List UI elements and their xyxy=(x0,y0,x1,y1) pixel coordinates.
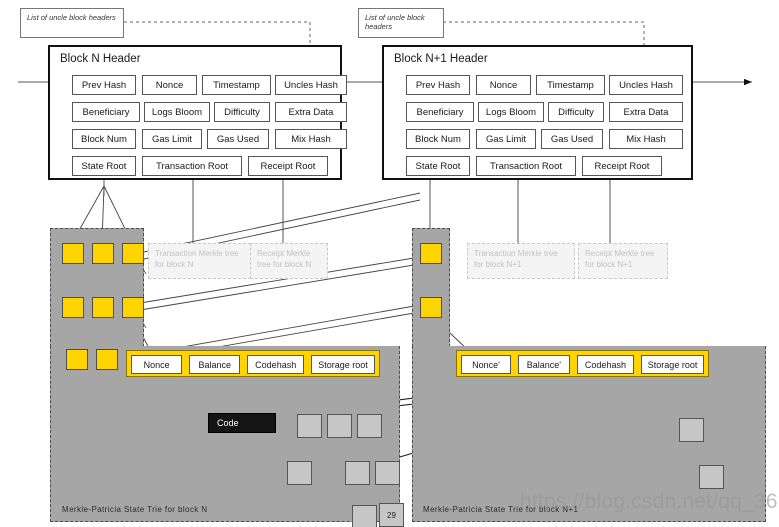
code-box[interactable]: Code xyxy=(208,413,276,433)
diagram-canvas: List of uncle block headers List of uncl… xyxy=(0,0,779,527)
field-block-num[interactable]: Block Num xyxy=(72,129,136,149)
root-drop-lines-n1 xyxy=(429,180,611,243)
placeholder-text: Receipt Merkle tree for block N xyxy=(257,249,312,269)
field-beneficiary[interactable]: Beneficiary xyxy=(72,102,140,122)
account-field-codehash[interactable]: Codehash xyxy=(247,355,305,374)
field-uncles-hash[interactable]: Uncles Hash xyxy=(609,75,683,95)
storage-value-label: 29 xyxy=(387,510,396,520)
trie-node-yellow[interactable] xyxy=(122,297,144,318)
trie-node-yellow[interactable] xyxy=(62,243,84,264)
field-nonce[interactable]: Nonce xyxy=(476,75,531,95)
placeholder-text: Transaction Merkle tree for block N+1 xyxy=(474,249,558,269)
field-state-root[interactable]: State Root xyxy=(72,156,136,176)
trie-node-yellow[interactable] xyxy=(420,297,442,318)
account-field-storage-root[interactable]: Storage root xyxy=(641,355,704,374)
field-state-root[interactable]: State Root xyxy=(406,156,470,176)
storage-trie-node[interactable] xyxy=(352,505,377,527)
account-field-storage-root[interactable]: Storage root xyxy=(311,355,375,374)
transaction-merkle-placeholder-n: Transaction Merkle tree for block N xyxy=(148,243,256,279)
trie-node-yellow[interactable] xyxy=(66,349,88,370)
storage-trie-node[interactable] xyxy=(297,414,322,438)
field-prev-hash[interactable]: Prev Hash xyxy=(406,75,470,95)
storage-trie-node[interactable] xyxy=(375,461,400,485)
code-box-label: Code xyxy=(217,418,239,428)
trie-node-yellow[interactable] xyxy=(96,349,118,370)
field-timestamp[interactable]: Timestamp xyxy=(202,75,271,95)
trie-node-yellow[interactable] xyxy=(122,243,144,264)
field-prev-hash[interactable]: Prev Hash xyxy=(72,75,136,95)
field-mix-hash[interactable]: Mix Hash xyxy=(275,129,347,149)
trie-node-yellow[interactable] xyxy=(92,297,114,318)
field-extra-data[interactable]: Extra Data xyxy=(609,102,683,122)
block-n-title: Block N Header xyxy=(60,53,141,65)
trie-node-yellow[interactable] xyxy=(62,297,84,318)
account-field-codehash[interactable]: Codehash xyxy=(576,355,635,374)
field-gas-limit[interactable]: Gas Limit xyxy=(476,129,536,149)
receipt-merkle-placeholder-n: Receipt Merkle tree for block N xyxy=(250,243,328,279)
field-transaction-root[interactable]: Transaction Root xyxy=(476,156,576,176)
field-extra-data[interactable]: Extra Data xyxy=(275,102,347,122)
placeholder-text: Transaction Merkle tree for block N xyxy=(155,249,239,269)
field-receipt-root[interactable]: Receipt Root xyxy=(248,156,328,176)
field-transaction-root[interactable]: Transaction Root xyxy=(142,156,242,176)
trie-node-yellow[interactable] xyxy=(92,243,114,264)
placeholder-text: Receipt Merkle tree for block N+1 xyxy=(585,249,655,269)
field-logs-bloom[interactable]: Logs Bloom xyxy=(144,102,210,122)
account-field-balance[interactable]: Balance xyxy=(189,355,241,374)
storage-trie-node[interactable] xyxy=(679,418,704,442)
field-difficulty[interactable]: Difficulty xyxy=(548,102,604,122)
storage-trie-value-node[interactable]: 29 xyxy=(379,503,404,527)
account-field-nonce[interactable]: Nonce xyxy=(131,355,183,374)
field-timestamp[interactable]: Timestamp xyxy=(536,75,605,95)
field-gas-limit[interactable]: Gas Limit xyxy=(142,129,202,149)
account-field-balance[interactable]: Balance' xyxy=(517,355,570,374)
block-n1-header-frame: Block N+1 Header Prev Hash Nonce Timesta… xyxy=(382,45,693,180)
account-state-n: Nonce Balance Codehash Storage root xyxy=(126,350,380,377)
storage-trie-node[interactable] xyxy=(327,414,352,438)
receipt-merkle-placeholder-n1: Receipt Merkle tree for block N+1 xyxy=(578,243,668,279)
storage-trie-node[interactable] xyxy=(357,414,382,438)
account-field-nonce[interactable]: Nonce' xyxy=(461,355,511,374)
field-beneficiary[interactable]: Beneficiary xyxy=(406,102,474,122)
field-difficulty[interactable]: Difficulty xyxy=(214,102,270,122)
storage-trie-node[interactable] xyxy=(345,461,370,485)
field-gas-used[interactable]: Gas Used xyxy=(541,129,603,149)
callout-text: List of uncle block headers xyxy=(27,13,116,22)
field-mix-hash[interactable]: Mix Hash xyxy=(609,129,683,149)
field-nonce[interactable]: Nonce xyxy=(142,75,197,95)
block-n1-title: Block N+1 Header xyxy=(394,53,488,65)
storage-trie-node[interactable] xyxy=(699,465,724,489)
callout-uncle-headers-n: List of uncle block headers xyxy=(20,8,124,38)
callout-uncle-headers-n1: List of uncle block headers xyxy=(358,8,444,38)
field-gas-used[interactable]: Gas Used xyxy=(207,129,269,149)
field-uncles-hash[interactable]: Uncles Hash xyxy=(275,75,347,95)
field-receipt-root[interactable]: Receipt Root xyxy=(582,156,662,176)
callout-text: List of uncle block headers xyxy=(365,13,425,32)
field-logs-bloom[interactable]: Logs Bloom xyxy=(478,102,544,122)
storage-trie-node[interactable] xyxy=(287,461,312,485)
state-trie-caption-n: Merkle-Patricia State Trie for block N xyxy=(62,505,208,514)
transaction-merkle-placeholder-n1: Transaction Merkle tree for block N+1 xyxy=(467,243,575,279)
trie-node-yellow[interactable] xyxy=(420,243,442,264)
account-state-n1: Nonce' Balance' Codehash Storage root xyxy=(456,350,709,377)
block-n-header-frame: Block N Header Prev Hash Nonce Timestamp… xyxy=(48,45,347,180)
watermark: https://blog.csdn.net/qq_36160277 xyxy=(520,490,779,513)
field-block-num[interactable]: Block Num xyxy=(406,129,470,149)
